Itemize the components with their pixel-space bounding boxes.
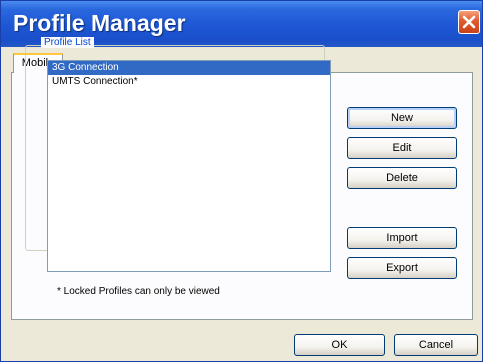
locked-profiles-note: * Locked Profiles can only be viewed [57,286,220,297]
edit-button[interactable]: Edit [347,137,457,159]
export-button[interactable]: Export [347,257,457,279]
ok-button[interactable]: OK [294,334,385,356]
close-button[interactable] [458,10,480,34]
close-icon [462,15,476,29]
new-button[interactable]: New [347,107,457,129]
delete-button[interactable]: Delete [347,167,457,189]
window-title: Profile Manager [13,10,186,36]
profile-manager-window: Profile Manager Mobile Profile List 3G C… [0,0,483,362]
profile-item-umts[interactable]: UMTS Connection* [48,75,330,89]
profile-item-3g[interactable]: 3G Connection [48,61,330,75]
cancel-button[interactable]: Cancel [394,334,478,356]
profile-list-label: Profile List [41,37,94,48]
profile-listbox[interactable]: 3G Connection UMTS Connection* [47,60,331,272]
import-button[interactable]: Import [347,227,457,249]
